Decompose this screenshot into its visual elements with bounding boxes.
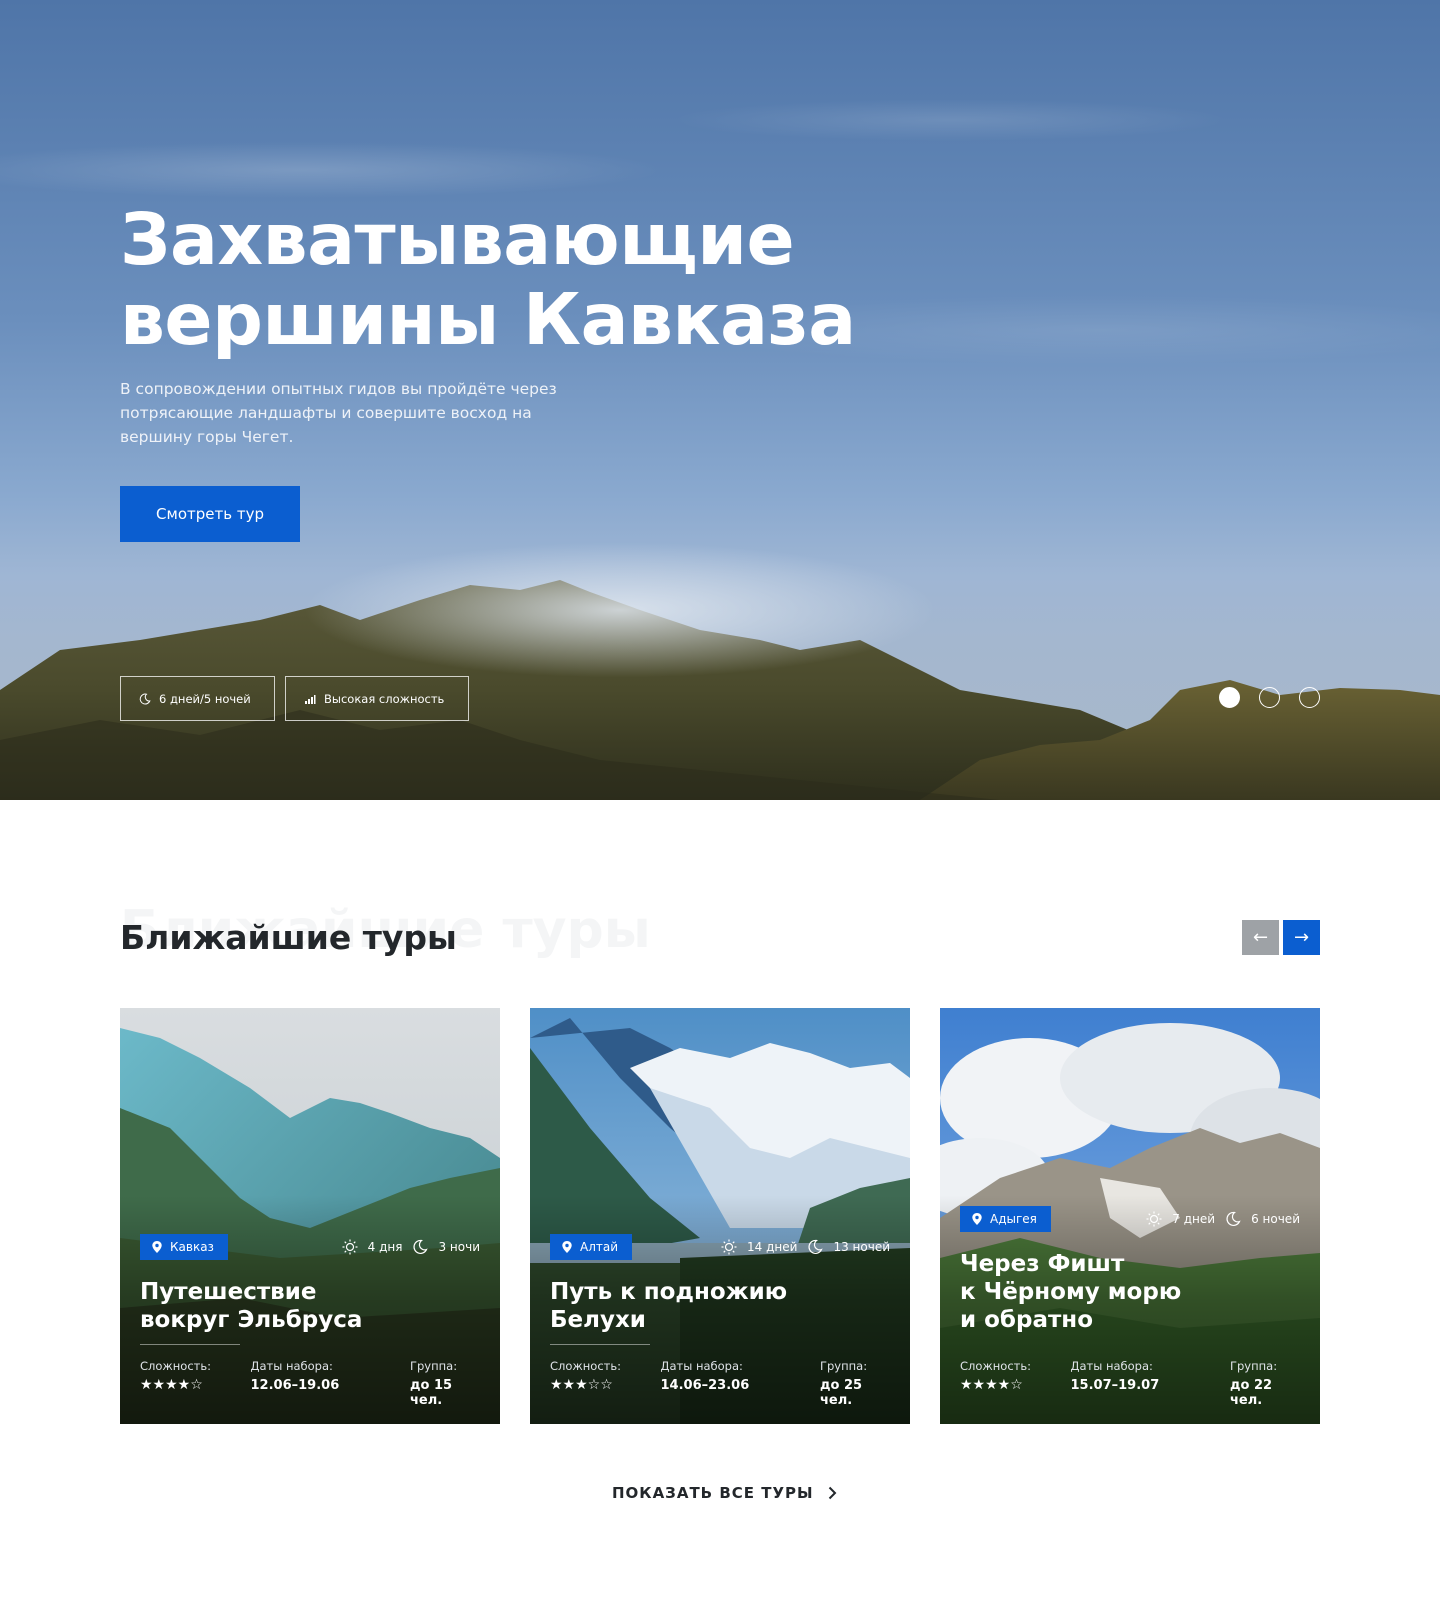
- tour-title-line-1: Путь к подножию: [550, 1279, 788, 1305]
- nights-label: 6 ночей: [1251, 1212, 1300, 1226]
- difficulty-tag: Высокая сложность: [285, 676, 469, 721]
- duration-meta: 4 дня 3 ночи: [342, 1234, 480, 1260]
- hero-description: В сопровождении опытных гидов вы пройдёт…: [120, 380, 557, 446]
- slider-dot-1[interactable]: [1219, 687, 1240, 708]
- location-pin-icon: [152, 1241, 162, 1253]
- group-value: до 15 чел.: [409, 1378, 453, 1408]
- difficulty-caption: Сложность:: [550, 1359, 622, 1373]
- group-info: Группа: до 22 чел.: [1230, 1359, 1300, 1408]
- region-badge: Адыгея: [960, 1206, 1051, 1232]
- moon-icon: [808, 1239, 824, 1254]
- group-info: Группа: до 15 чел.: [410, 1359, 480, 1408]
- slider-dot-2[interactable]: [1259, 687, 1280, 708]
- hero-title: Захватывающие вершины Кавказа: [120, 200, 940, 360]
- location-pin-icon: [972, 1213, 982, 1225]
- duration-label: 6 дней/5 ночей: [159, 691, 251, 706]
- tour-info: Сложность: ★★★☆☆ Даты набора: 14.06–23.0…: [550, 1359, 890, 1408]
- rating-stars: ★★★★☆: [960, 1377, 1023, 1393]
- card-divider: [550, 1344, 650, 1345]
- dates-info: Даты набора: 12.06–19.06: [251, 1359, 371, 1408]
- moon-icon: [413, 1239, 429, 1254]
- tour-title-line-2: к Чёрному морю: [960, 1279, 1182, 1305]
- hero-banner: Захватывающие вершины Кавказа В сопровож…: [0, 0, 1440, 800]
- region-label: Алтай: [580, 1240, 619, 1254]
- sun-icon: [721, 1239, 737, 1255]
- days-label: 7 дней: [1172, 1212, 1216, 1226]
- dates-info: Даты набора: 14.06–23.06: [661, 1359, 781, 1408]
- days-label: 4 дня: [367, 1240, 403, 1254]
- moon-icon: [1226, 1211, 1241, 1226]
- dates-value: 12.06–19.06: [250, 1378, 340, 1393]
- section-title: Ближайшие туры: [120, 918, 457, 957]
- tour-title-line-2: Белухи: [550, 1307, 646, 1333]
- region-badge: Алтай: [550, 1234, 633, 1260]
- difficulty-caption: Сложность:: [140, 1359, 212, 1373]
- rating-stars: ★★★☆☆: [550, 1377, 613, 1393]
- rating-stars: ★★★★☆: [140, 1377, 203, 1393]
- show-all-tours-link[interactable]: ПОКАЗАТЬ ВСЕ ТУРЫ: [612, 1484, 837, 1502]
- sun-icon: [1146, 1211, 1162, 1227]
- tour-card-elbrus[interactable]: Кавказ 4 дня 3 ночи Путешествие вокруг Э…: [120, 1008, 500, 1424]
- card-divider: [140, 1344, 240, 1345]
- group-value: до 22 чел.: [1229, 1378, 1273, 1408]
- dates-caption: Даты набора:: [1070, 1359, 1153, 1373]
- days-label: 14 дней: [747, 1240, 798, 1254]
- chevron-right-icon: [828, 1486, 836, 1500]
- group-value: до 25 чел.: [819, 1378, 863, 1408]
- dates-value: 14.06–23.06: [660, 1378, 750, 1393]
- view-tour-button[interactable]: Смотреть тур: [120, 486, 300, 542]
- dates-caption: Даты набора:: [250, 1359, 333, 1373]
- tour-title-line-1: Через Фишт: [960, 1251, 1125, 1277]
- tour-title-line-1: Путешествие: [140, 1279, 317, 1305]
- tour-info: Сложность: ★★★★☆ Даты набора: 15.07–19.0…: [960, 1359, 1300, 1408]
- dates-value: 15.07–19.07: [1070, 1378, 1160, 1393]
- slider-dot-3[interactable]: [1299, 687, 1320, 708]
- difficulty-info: Сложность: ★★★☆☆: [550, 1359, 621, 1408]
- region-label: Адыгея: [990, 1212, 1037, 1226]
- tour-title: Через Фишт к Чёрному морю и обратно: [960, 1250, 1300, 1334]
- difficulty-info: Сложность: ★★★★☆: [960, 1359, 1031, 1408]
- dates-caption: Даты набора:: [660, 1359, 743, 1373]
- moon-icon: [139, 693, 151, 704]
- signal-bars-icon: [305, 694, 316, 704]
- difficulty-info: Сложность: ★★★★☆: [140, 1359, 211, 1408]
- tour-title-line-2: вокруг Эльбруса: [140, 1307, 363, 1333]
- group-info: Группа: до 25 чел.: [820, 1359, 890, 1408]
- difficulty-label: Высокая сложность: [324, 691, 445, 706]
- show-all-label: ПОКАЗАТЬ ВСЕ ТУРЫ: [612, 1484, 814, 1502]
- prev-arrow-button[interactable]: ←: [1242, 920, 1279, 955]
- next-arrow-button[interactable]: →: [1283, 920, 1320, 955]
- group-caption: Группа:: [819, 1359, 868, 1373]
- duration-meta: 14 дней 13 ночей: [721, 1234, 890, 1260]
- region-label: Кавказ: [170, 1240, 214, 1254]
- sun-icon: [342, 1239, 358, 1255]
- duration-tag: 6 дней/5 ночей: [120, 676, 275, 721]
- tour-card-fisht[interactable]: Адыгея 7 дней 6 ночей Через Фишт к Чёрно…: [940, 1008, 1320, 1424]
- tour-title: Путешествие вокруг Эльбруса: [140, 1278, 480, 1334]
- tour-title-line-3: и обратно: [960, 1307, 1093, 1333]
- hero-title-line-2: вершины Кавказа: [120, 278, 856, 361]
- difficulty-caption: Сложность:: [960, 1359, 1032, 1373]
- dates-info: Даты набора: 15.07–19.07: [1071, 1359, 1191, 1408]
- tour-info: Сложность: ★★★★☆ Даты набора: 12.06–19.0…: [140, 1359, 480, 1408]
- hero-title-line-1: Захватывающие: [120, 198, 795, 281]
- location-pin-icon: [562, 1241, 572, 1253]
- tour-card-belukha[interactable]: Алтай 14 дней 13 ночей Путь к подножию Б…: [530, 1008, 910, 1424]
- duration-meta: 7 дней 6 ночей: [1146, 1206, 1300, 1232]
- nights-label: 3 ночи: [438, 1240, 480, 1254]
- group-caption: Группа:: [1229, 1359, 1278, 1373]
- group-caption: Группа:: [409, 1359, 458, 1373]
- tour-title: Путь к подножию Белухи: [550, 1278, 890, 1334]
- nights-label: 13 ночей: [833, 1240, 890, 1254]
- region-badge: Кавказ: [140, 1234, 228, 1260]
